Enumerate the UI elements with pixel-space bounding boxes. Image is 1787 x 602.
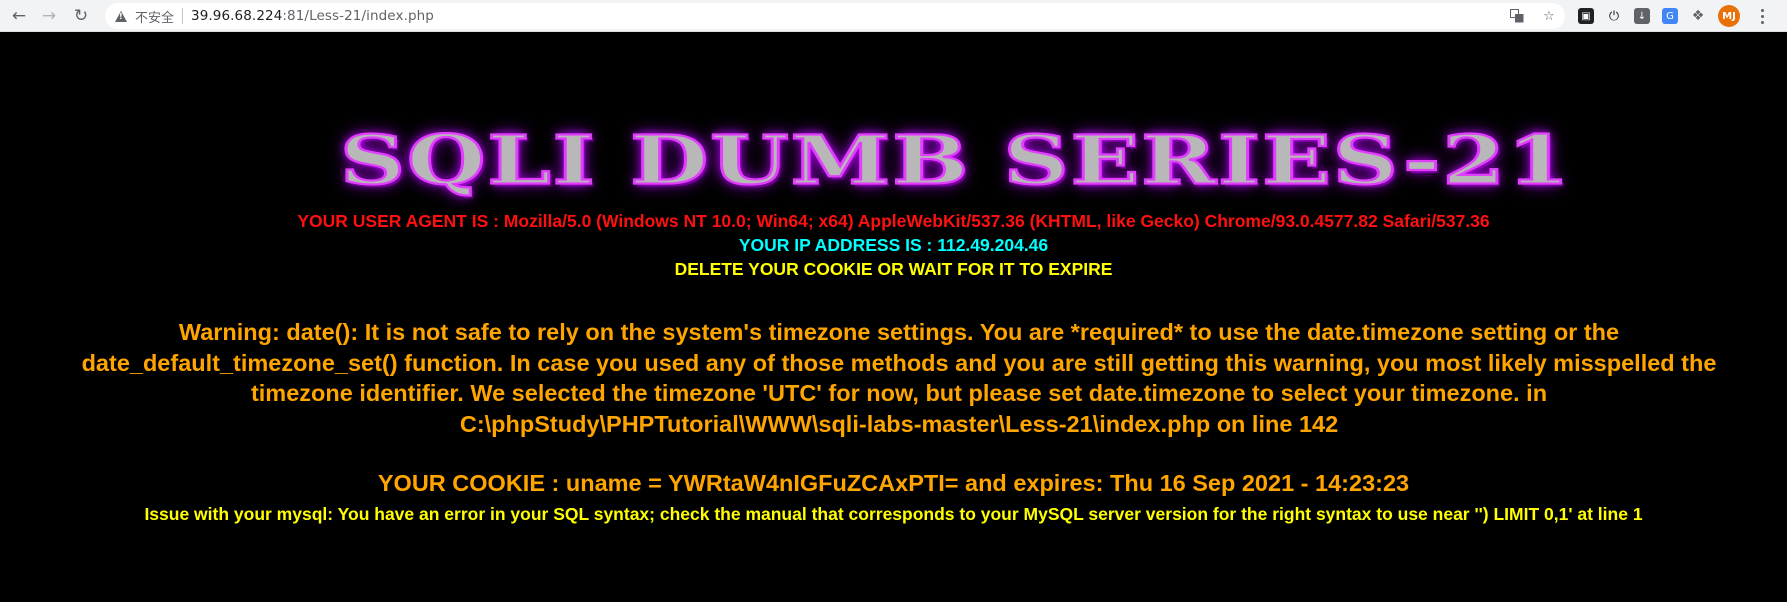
url-path: :81/Less-21/index.php bbox=[282, 8, 434, 24]
address-bar[interactable]: 不安全 39.96.68.224:81/Less-21/index.php ☆ bbox=[105, 3, 1565, 29]
warning-line: date_default_timezone_set() function. In… bbox=[81, 349, 1717, 376]
delete-cookie-text: DELETE YOUR COOKIE OR WAIT FOR IT TO EXP… bbox=[674, 259, 1113, 279]
bookmark-star-icon[interactable]: ☆ bbox=[1541, 8, 1557, 24]
power-icon[interactable]: ⏻ bbox=[1606, 8, 1622, 24]
browser-toolbar: ← → ↻ 不安全 39.96.68.224:81/Less-21/index.… bbox=[0, 0, 1787, 32]
extension-bar: ▣ ⏻ ↓ G ❖ MJ bbox=[1578, 4, 1772, 28]
menu-icon[interactable] bbox=[1752, 4, 1772, 28]
translate-icon[interactable] bbox=[1509, 8, 1525, 24]
extension-icon-dark[interactable]: ▣ bbox=[1578, 8, 1594, 24]
page-banner: SQLI DUMB SERIES-21 bbox=[339, 119, 1572, 201]
url-text[interactable]: 39.96.68.224:81/Less-21/index.php bbox=[191, 8, 434, 24]
forward-icon[interactable]: → bbox=[36, 3, 62, 29]
warning-line: timezone identifier. We selected the tim… bbox=[250, 380, 1548, 406]
not-secure-icon[interactable] bbox=[115, 10, 127, 22]
back-icon[interactable]: ← bbox=[6, 3, 32, 29]
download-extension-icon[interactable]: ↓ bbox=[1634, 8, 1650, 24]
warning-line: C:\phpStudy\PHPTutorial\WWW\sqli-labs-ma… bbox=[459, 410, 1339, 437]
cookie-info-text: YOUR COOKIE : uname = YWRtaW4nIGFuZCAxPT… bbox=[377, 470, 1410, 496]
profile-avatar[interactable]: MJ bbox=[1718, 5, 1740, 27]
security-label[interactable]: 不安全 bbox=[135, 7, 174, 26]
google-translate-icon[interactable]: G bbox=[1662, 8, 1678, 24]
warning-line: Warning: date(): It is not safe to rely … bbox=[178, 319, 1620, 345]
puzzle-icon[interactable]: ❖ bbox=[1690, 8, 1706, 24]
user-agent-text: YOUR USER AGENT IS : Mozilla/5.0 (Window… bbox=[297, 211, 1490, 231]
mysql-error-text: Issue with your mysql: You have an error… bbox=[144, 504, 1643, 524]
php-warning: Warning: date(): It is not safe to rely … bbox=[14, 317, 1784, 439]
divider bbox=[182, 8, 184, 24]
omnibox-actions: ☆ bbox=[1509, 3, 1557, 29]
url-host: 39.96.68.224 bbox=[191, 8, 283, 24]
ip-address-text: YOUR IP ADDRESS IS : 112.49.204.46 bbox=[738, 235, 1049, 255]
reload-icon[interactable]: ↻ bbox=[68, 3, 94, 29]
